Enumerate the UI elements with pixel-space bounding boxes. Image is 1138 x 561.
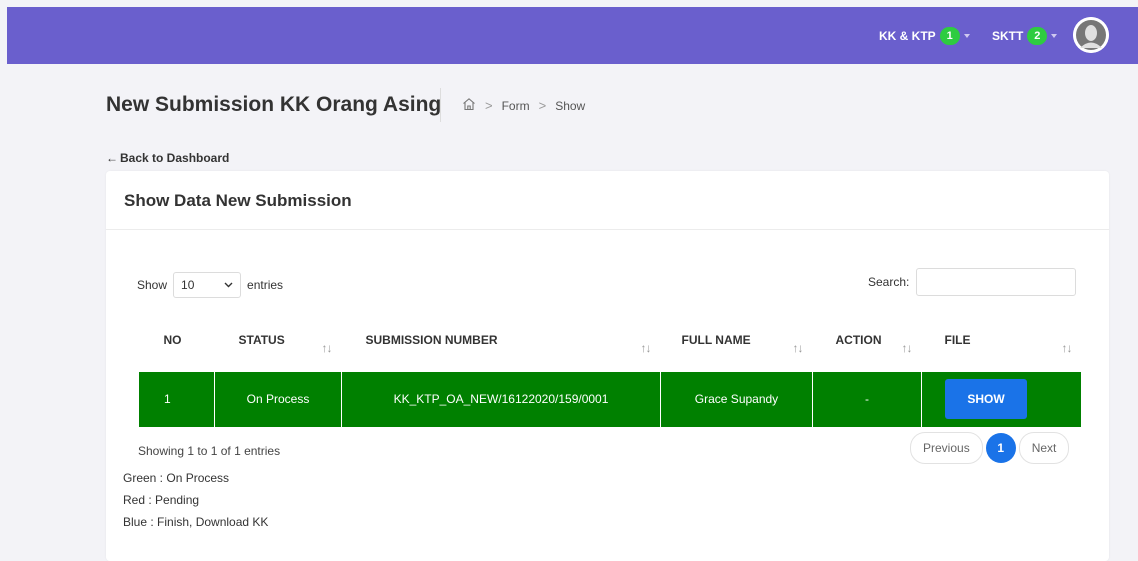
submission-card: Show Data New Submission Show 10 entries… — [106, 171, 1109, 561]
nav-kk-ktp-label: KK & KTP — [879, 29, 936, 43]
nav-kk-ktp-badge: 1 — [939, 27, 960, 45]
card-title: Show Data New Submission — [124, 191, 352, 210]
show-file-button[interactable]: SHOW — [945, 379, 1027, 419]
cell-no: 1 — [138, 370, 215, 428]
user-avatar[interactable] — [1073, 17, 1109, 53]
back-to-dashboard-link[interactable]: ← Back to Dashboard — [106, 151, 229, 165]
arrow-left-icon: ← — [106, 151, 118, 165]
back-link-label: Back to Dashboard — [120, 151, 230, 165]
col-header-no[interactable]: NO — [139, 313, 215, 371]
search-input[interactable] — [916, 268, 1076, 296]
cell-full-name: Grace Supandy — [660, 370, 813, 428]
status-legend: Green : On Process Red : Pending Blue : … — [123, 470, 268, 536]
page-1-button[interactable]: 1 — [985, 433, 1016, 463]
sort-icon: ↑↓ — [640, 341, 652, 355]
table-info: Showing 1 to 1 of 1 entries — [138, 444, 281, 458]
nav-kk-ktp[interactable]: KK & KTP 1 — [879, 27, 970, 45]
legend-red: Red : Pending — [123, 493, 200, 507]
pagination: Previous 1 Next — [910, 432, 1070, 464]
legend-blue: Blue : Finish, Download KK — [123, 515, 269, 529]
next-page-button[interactable]: Next — [1018, 432, 1070, 464]
cell-file: SHOW — [921, 370, 1082, 428]
length-suffix: entries — [247, 278, 284, 292]
cell-submission-number: KK_KTP_OA_NEW/16122020/159/0001 — [341, 370, 661, 428]
table-row: 1 On Process KK_KTP_OA_NEW/16122020/159/… — [138, 370, 1082, 428]
cell-status: On Process — [214, 370, 342, 428]
top-navbar: KK & KTP 1 SKTT 2 — [7, 7, 1138, 64]
search-label: Search: — [868, 275, 910, 289]
nav-sktt[interactable]: SKTT 2 — [992, 27, 1058, 45]
legend-green: Green : On Process — [123, 471, 230, 485]
chevron-down-icon — [1051, 34, 1058, 38]
entries-length-control: Show 10 entries — [137, 272, 283, 298]
chevron-right-icon: > — [485, 98, 493, 113]
col-header-file[interactable]: FILE ↑↓ — [922, 313, 1082, 371]
submissions-table: NO STATUS ↑↓ SUBMISSION NUMBER ↑↓ FULL N… — [138, 313, 1082, 428]
card-divider — [106, 229, 1109, 230]
col-header-status[interactable]: STATUS ↑↓ — [215, 313, 342, 371]
col-header-full-name[interactable]: FULL NAME ↑↓ — [661, 313, 813, 371]
col-header-action[interactable]: ACTION ↑↓ — [813, 313, 922, 371]
length-prefix: Show — [137, 278, 168, 292]
sort-icon: ↑↓ — [1061, 341, 1073, 355]
home-icon[interactable] — [462, 97, 476, 114]
table-header-row: NO STATUS ↑↓ SUBMISSION NUMBER ↑↓ FULL N… — [139, 313, 1082, 371]
breadcrumb-show: Show — [555, 98, 586, 113]
previous-page-button[interactable]: Previous — [910, 432, 983, 464]
page-title: New Submission KK Orang Asing — [106, 93, 442, 116]
col-header-submission-number[interactable]: SUBMISSION NUMBER ↑↓ — [342, 313, 661, 371]
cell-action: - — [812, 370, 922, 428]
sort-icon: ↑↓ — [792, 341, 804, 355]
entries-select-value: 10 — [181, 278, 195, 292]
sort-icon: ↑↓ — [901, 341, 913, 355]
breadcrumb: > Form > Show — [462, 97, 585, 114]
entries-select[interactable]: 10 — [173, 272, 242, 298]
chevron-right-icon: > — [538, 98, 547, 113]
chevron-down-icon — [963, 34, 970, 38]
nav-sktt-label: SKTT — [992, 29, 1024, 43]
chevron-down-icon — [224, 282, 233, 288]
nav-sktt-badge: 2 — [1027, 27, 1048, 45]
breadcrumb-form[interactable]: Form — [502, 99, 530, 113]
sort-icon: ↑↓ — [321, 341, 333, 355]
title-divider — [440, 88, 441, 122]
user-icon — [1073, 17, 1109, 53]
